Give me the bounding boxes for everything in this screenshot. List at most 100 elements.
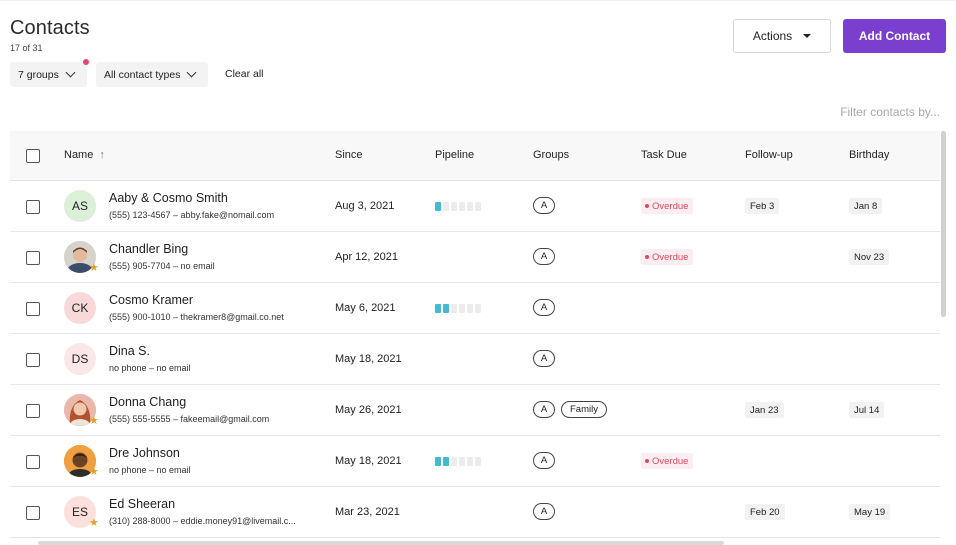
contact-types-filter-dropdown[interactable]: All contact types [96,62,208,87]
group-chip[interactable]: A [533,248,555,265]
select-all-checkbox[interactable] [26,149,40,163]
table-header: Name ↑ Since Pipeline Groups Task Due Fol… [10,131,940,181]
pipeline-segment [459,202,465,211]
pipeline-segment [475,457,481,466]
row-checkbox[interactable] [26,302,40,316]
pipeline-segment [435,457,441,466]
filter-contacts-input[interactable] [760,102,940,122]
column-header-name[interactable]: Name ↑ [64,149,105,161]
group-chip[interactable]: A [533,452,555,469]
since-date: Apr 12, 2021 [335,251,398,263]
table-row[interactable]: AS Aaby & Cosmo Smith (555) 123-4567 – abb… [10,181,940,232]
column-header-task-due[interactable]: Task Due [641,149,687,161]
group-chip[interactable]: A [533,197,555,214]
birthday-date: May 19 [849,504,891,520]
row-checkbox[interactable] [26,404,40,418]
followup-date: Feb 3 [745,198,780,214]
avatar-initials: DS [71,352,89,366]
column-header-groups[interactable]: Groups [533,149,569,161]
row-checkbox[interactable] [26,506,40,520]
row-checkbox[interactable] [26,251,40,265]
contact-details: (310) 288-8000 – eddie.money91@livemail.… [109,516,296,526]
table-row[interactable]: ★ Dre Johnson no phone – no email May 18, 2… [10,436,940,487]
horizontal-scrollbar[interactable] [38,541,724,545]
row-checkbox[interactable] [26,353,40,367]
groups-filter-dropdown[interactable]: 7 groups [10,62,87,87]
pipeline-segment [435,202,441,211]
row-checkbox[interactable] [26,200,40,214]
pipeline-segment [459,457,465,466]
column-header-followup[interactable]: Follow-up [745,149,793,161]
column-header-pipeline[interactable]: Pipeline [435,149,474,161]
pipeline-segment [467,304,473,313]
avatar-initials: CK [71,301,89,315]
group-chip[interactable]: A [533,503,555,520]
avatar: ★ [64,445,99,478]
avatar: ES ★ [64,496,99,529]
birthday-date: Nov 23 [849,249,890,265]
vertical-scrollbar[interactable] [941,131,946,317]
table-row[interactable]: CK Cosmo Kramer (555) 900-1010 – thekramer… [10,283,940,334]
table-body: AS Aaby & Cosmo Smith (555) 123-4567 – abb… [10,181,940,538]
since-date: May 18, 2021 [335,455,402,467]
contact-types-filter-label: All contact types [104,68,181,81]
pipeline-progress [435,457,481,466]
since-date: May 18, 2021 [335,353,402,365]
group-chip[interactable]: A [533,350,555,367]
table-row[interactable]: ★ Chandler Bing (555) 905-7704 – no email A… [10,232,940,283]
contact-name[interactable]: Chandler Bing [109,242,188,256]
contacts-table: Name ↑ Since Pipeline Groups Task Due Fol… [10,131,940,538]
contact-name[interactable]: Cosmo Kramer [109,293,193,307]
filter-active-dot [83,59,89,65]
pipeline-segment [475,202,481,211]
since-date: Aug 3, 2021 [335,200,395,212]
contact-details: no phone – no email [109,465,191,475]
column-header-since[interactable]: Since [335,149,363,161]
contact-name[interactable]: Donna Chang [109,395,186,409]
table-row[interactable]: DS Dina S. no phone – no email May 18, 2021… [10,334,940,385]
groups-filter-label: 7 groups [18,68,59,81]
pipeline-progress [435,202,481,211]
followup-date: Jan 23 [745,402,784,418]
avatar: DS [64,343,96,375]
since-date: May 26, 2021 [335,404,402,416]
since-date: May 6, 2021 [335,302,396,314]
pipeline-segment [443,304,449,313]
contact-name[interactable]: Dre Johnson [109,446,180,460]
task-overdue-badge: Overdue [641,249,694,265]
contact-count: 17 of 31 [10,43,43,53]
actions-button[interactable]: Actions [733,19,831,53]
contact-details: (555) 555-5555 – fakeemail@gmail.com [109,414,270,424]
task-status: Overdue [652,455,689,467]
pipeline-segment [443,457,449,466]
table-row[interactable]: ES ★ Ed Sheeran (310) 288-8000 – eddie.mone… [10,487,940,538]
overdue-dot-icon [645,204,649,208]
star-icon: ★ [89,262,99,274]
star-icon: ★ [89,517,99,529]
contact-name[interactable]: Ed Sheeran [109,497,175,511]
chevron-down-icon [187,67,197,78]
column-header-birthday[interactable]: Birthday [849,149,889,161]
pipeline-segment [451,202,457,211]
pipeline-segment [467,202,473,211]
overdue-dot-icon [645,255,649,259]
add-contact-button[interactable]: Add Contact [843,19,946,53]
actions-label: Actions [752,29,793,43]
contact-name[interactable]: Dina S. [109,344,150,358]
task-overdue-badge: Overdue [641,198,694,214]
birthday-date: Jan 8 [849,198,883,214]
clear-all-button[interactable]: Clear all [225,68,264,80]
avatar: CK [64,292,96,324]
avatar: AS [64,190,96,222]
group-chip[interactable]: A [533,299,555,316]
avatar: ★ [64,394,99,427]
group-chip[interactable]: A [533,401,555,418]
group-chip[interactable]: Family [561,401,607,418]
birthday-date: Jul 14 [849,402,885,418]
row-checkbox[interactable] [26,455,40,469]
table-row[interactable]: ★ Donna Chang (555) 555-5555 – fakeemail@g… [10,385,940,436]
contact-details: (555) 123-4567 – abby.fake@nomail.com [109,210,275,220]
contact-name[interactable]: Aaby & Cosmo Smith [109,191,228,205]
sort-ascending-icon: ↑ [99,149,105,161]
contact-details: (555) 900-1010 – thekramer8@gmail.co.net [109,312,284,322]
